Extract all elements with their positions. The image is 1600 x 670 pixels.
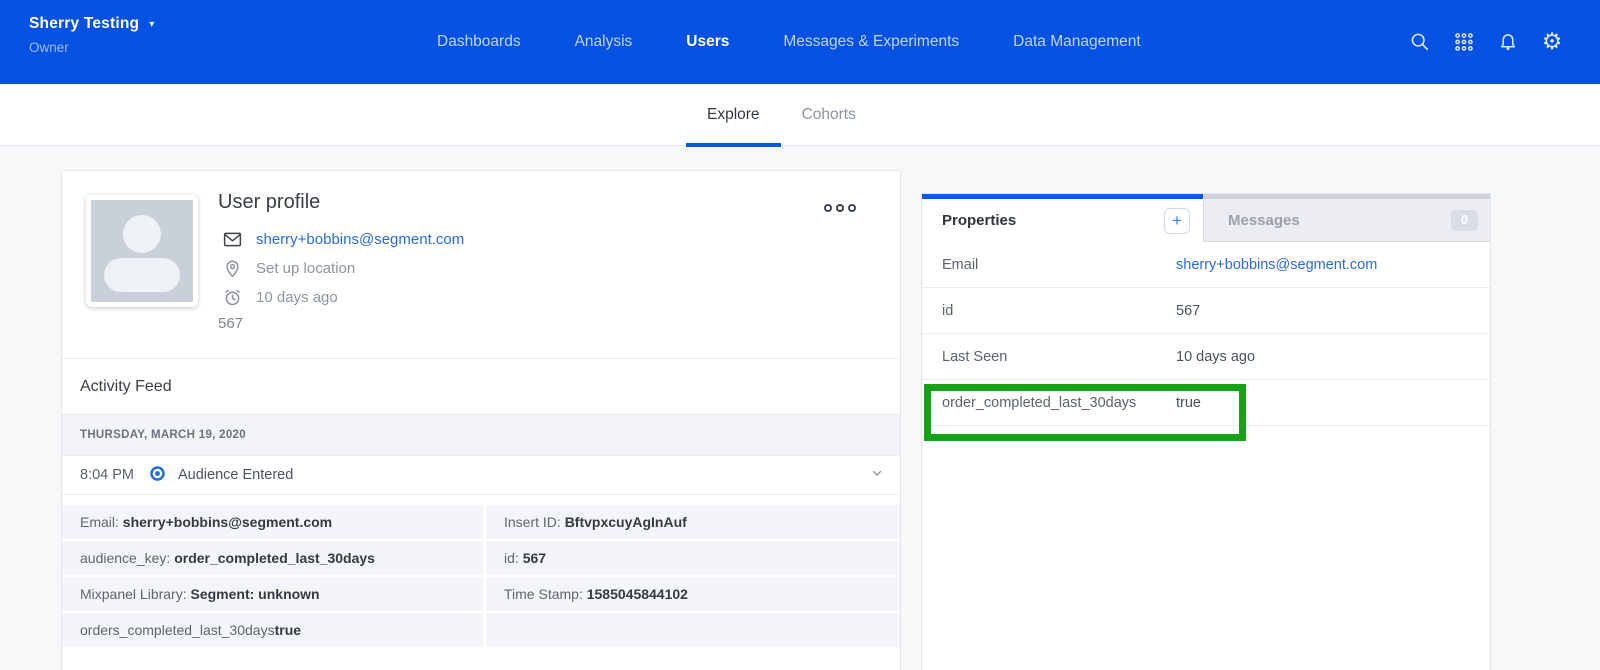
app-screen: Sherry Testing ▾ Owner Dashboards Analys… [0,0,1600,670]
page-title: User profile [218,191,464,214]
profile-location-row: Set up location [222,254,464,283]
top-header-bar: Sherry Testing ▾ Owner Dashboards Analys… [0,0,1600,84]
property-key: Email [942,257,1176,273]
active-tab-underline [686,143,781,147]
tab-messages[interactable]: Messages 0 [1203,194,1490,242]
table-row: Mixpanel Library: Segment: unknown Time … [62,577,900,611]
chevron-down-icon[interactable]: ▾ [149,19,154,30]
property-value: 10 days ago [1176,349,1255,365]
settings-gear-icon[interactable]: ⚙ [1541,31,1563,53]
profile-user-id: 567 [218,315,464,332]
detail-value: 1585045844102 [587,586,688,602]
envelope-icon [222,229,243,250]
tab-cohorts[interactable]: Cohorts [781,84,877,146]
activity-date-header: THURSDAY, MARCH 19, 2020 [62,415,900,456]
set-up-location-link[interactable]: Set up location [256,260,355,277]
audience-event-icon [150,466,165,485]
detail-value: BftvpxcuyAgInAuf [565,514,687,530]
detail-value: true [275,622,301,638]
table-row: orders_completed_last_30daystrue [62,613,900,647]
detail-label: Insert ID: [504,514,565,530]
table-row: Email: sherry+bobbins@segment.com Insert… [62,505,900,539]
profile-summary-section: User profile sherry+bobbins@segment.com [62,171,900,359]
property-value-email-link[interactable]: sherry+bobbins@segment.com [1176,257,1377,273]
project-switcher[interactable]: Sherry Testing ▾ Owner [29,15,154,55]
tab-properties-label: Properties [942,212,1164,229]
detail-label: audience_key: [80,550,174,566]
nav-item-messages-experiments[interactable]: Messages & Experiments [783,33,959,51]
property-key: order_completed_last_30days [942,395,1176,411]
avatar-torso-shape [104,258,180,292]
nav-item-analysis[interactable]: Analysis [575,33,633,51]
detail-label: Time Stamp: [504,586,587,602]
table-row: Last Seen 10 days ago [922,334,1490,380]
notifications-bell-icon[interactable] [1497,31,1519,53]
nav-item-data-management[interactable]: Data Management [1013,33,1141,51]
avatar [86,195,198,307]
detail-label: Mixpanel Library: [80,586,191,602]
table-row: audience_key: order_completed_last_30day… [62,541,900,575]
location-pin-icon [222,258,243,279]
tab-explore[interactable]: Explore [686,84,781,146]
property-value: true [1176,395,1201,411]
panel-tabs: Properties + Messages 0 [922,194,1490,242]
event-time: 8:04 PM [80,467,144,483]
main-navigation: Dashboards Analysis Users Messages & Exp… [437,0,1141,84]
project-name[interactable]: Sherry Testing [29,15,139,33]
event-name: Audience Entered [178,467,293,483]
add-property-button[interactable]: + [1164,208,1190,234]
users-subtabs: Explore Cohorts [686,84,877,146]
apps-grid-icon[interactable] [1453,31,1475,53]
profile-email-link[interactable]: sherry+bobbins@segment.com [256,231,464,248]
tab-explore-label: Explore [707,106,760,124]
profile-email-row: sherry+bobbins@segment.com [222,225,464,254]
avatar-head-shape [123,215,161,253]
detail-label: id: [504,550,523,566]
header-icon-group: ⚙ [1409,0,1563,84]
messages-count-badge: 0 [1451,210,1478,231]
event-details-table: Email: sherry+bobbins@segment.com Insert… [62,495,900,647]
detail-value: 567 [523,550,546,566]
property-value: 567 [1176,303,1200,319]
property-key: Last Seen [942,349,1176,365]
nav-item-dashboards[interactable]: Dashboards [437,33,521,51]
more-options-icon[interactable] [824,204,856,212]
alarm-clock-icon [222,287,243,308]
tab-cohorts-label: Cohorts [802,106,856,124]
detail-label: orders_completed_last_30days [80,622,275,638]
properties-panel-card: Properties + Messages 0 Email sherry+bob… [921,193,1491,670]
activity-event-row[interactable]: 8:04 PM Audience Entered [62,456,900,495]
property-key: id [942,303,1176,319]
detail-label: Email: [80,514,123,530]
chevron-down-icon[interactable] [870,466,884,484]
activity-feed-title: Activity Feed [62,359,900,415]
table-row: id 567 [922,288,1490,334]
nav-item-users[interactable]: Users [686,33,729,51]
tab-messages-label: Messages [1228,212,1451,229]
tab-properties[interactable]: Properties + [922,194,1203,242]
detail-value: order_completed_last_30days [174,550,375,566]
secondary-nav-bar: Explore Cohorts [0,84,1600,146]
profile-info: User profile sherry+bobbins@segment.com [218,191,464,332]
profile-last-seen: 10 days ago [256,289,338,306]
project-role: Owner [29,40,154,55]
profile-last-seen-row: 10 days ago [222,283,464,312]
search-icon[interactable] [1409,31,1431,53]
user-profile-card: User profile sherry+bobbins@segment.com [61,170,901,670]
table-row: Email sherry+bobbins@segment.com [922,242,1490,288]
detail-value: sherry+bobbins@segment.com [123,514,332,530]
detail-value: Segment: unknown [191,586,320,602]
table-row-highlighted: order_completed_last_30days true [922,380,1490,426]
